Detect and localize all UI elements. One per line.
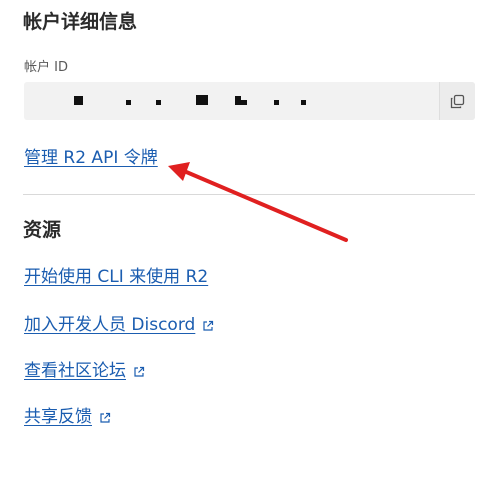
redaction-mark xyxy=(126,100,131,105)
share-feedback-link[interactable]: 共享反馈 xyxy=(24,406,111,428)
resources-title: 资源 xyxy=(23,219,62,241)
account-id-label: 帐户 ID xyxy=(24,60,68,75)
copy-account-id-button[interactable] xyxy=(439,82,475,120)
redaction-mark xyxy=(196,95,208,105)
join-discord-link[interactable]: 加入开发人员 Discord xyxy=(24,314,214,336)
join-discord-label: 加入开发人员 Discord xyxy=(24,315,196,335)
manage-r2-api-tokens-link[interactable]: 管理 R2 API 令牌 xyxy=(24,147,158,169)
account-details-panel: 帐户详细信息 帐户 ID 管理 R2 API 令牌 资源 开始使用 CLI 来使… xyxy=(0,0,496,486)
cli-get-started-link[interactable]: 开始使用 CLI 来使用 R2 xyxy=(24,266,208,288)
copy-icon xyxy=(450,94,465,108)
redaction-mark xyxy=(74,96,83,105)
community-forum-label: 查看社区论坛 xyxy=(24,361,126,381)
cli-get-started-label: 开始使用 CLI 来使用 R2 xyxy=(24,267,209,287)
redaction-mark xyxy=(241,100,247,105)
external-link-icon xyxy=(134,366,145,377)
share-feedback-label: 共享反馈 xyxy=(24,407,92,427)
account-id-value-redacted xyxy=(48,82,438,120)
redaction-mark xyxy=(156,100,161,105)
external-link-icon xyxy=(203,320,214,331)
external-link-icon xyxy=(100,412,111,423)
redaction-mark xyxy=(301,100,306,105)
section-divider xyxy=(23,194,475,195)
community-forum-link[interactable]: 查看社区论坛 xyxy=(24,360,145,382)
redaction-mark xyxy=(274,100,279,105)
account-details-title: 帐户详细信息 xyxy=(23,11,138,33)
account-id-field[interactable] xyxy=(24,82,475,120)
